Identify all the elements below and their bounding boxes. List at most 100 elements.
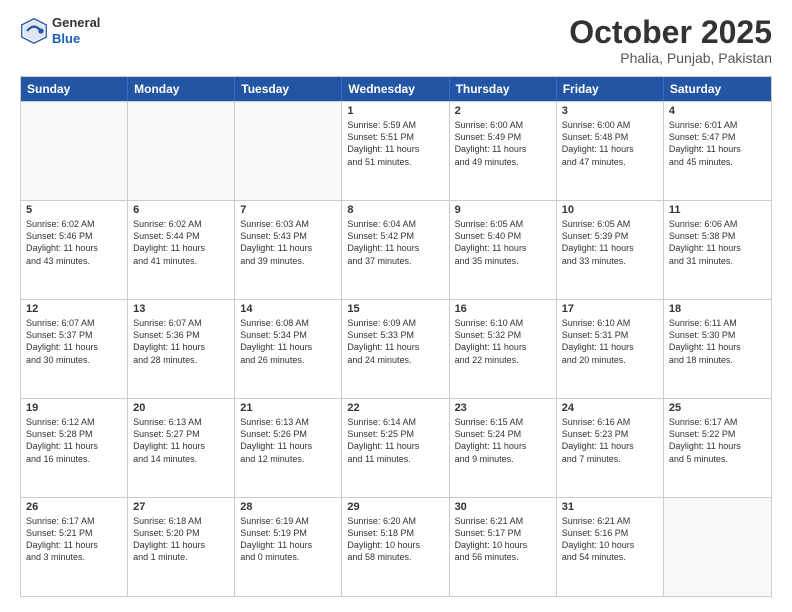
day-info-line: Sunset: 5:26 PM <box>240 428 336 440</box>
day-info-line: Daylight: 11 hours <box>133 242 229 254</box>
calendar-row: 1Sunrise: 5:59 AMSunset: 5:51 PMDaylight… <box>21 101 771 200</box>
day-info-line: Sunset: 5:18 PM <box>347 527 443 539</box>
day-info-line: Daylight: 11 hours <box>240 440 336 452</box>
day-info-line: Sunrise: 6:01 AM <box>669 119 766 131</box>
day-info-line: Sunset: 5:40 PM <box>455 230 551 242</box>
day-info-line: and 12 minutes. <box>240 453 336 465</box>
day-info-line: Sunrise: 6:13 AM <box>133 416 229 428</box>
day-info-line: Daylight: 11 hours <box>347 242 443 254</box>
logo-text: General Blue <box>52 15 100 46</box>
location: Phalia, Punjab, Pakistan <box>569 50 772 66</box>
day-info-line: Daylight: 11 hours <box>240 242 336 254</box>
day-info-line: and 41 minutes. <box>133 255 229 267</box>
day-info-line: Sunset: 5:34 PM <box>240 329 336 341</box>
day-info-line: and 35 minutes. <box>455 255 551 267</box>
day-info-line: and 56 minutes. <box>455 551 551 563</box>
logo-icon <box>20 17 48 45</box>
day-info-line: Sunrise: 6:21 AM <box>562 515 658 527</box>
calendar-day-cell: 14Sunrise: 6:08 AMSunset: 5:34 PMDayligh… <box>235 300 342 398</box>
calendar-day-cell: 6Sunrise: 6:02 AMSunset: 5:44 PMDaylight… <box>128 201 235 299</box>
day-number: 28 <box>240 501 336 513</box>
day-info-line: Sunset: 5:19 PM <box>240 527 336 539</box>
day-number: 7 <box>240 204 336 216</box>
day-info-line: Daylight: 11 hours <box>26 341 122 353</box>
day-info-line: Sunrise: 6:18 AM <box>133 515 229 527</box>
day-info-line: Sunset: 5:49 PM <box>455 131 551 143</box>
day-number: 9 <box>455 204 551 216</box>
calendar-row: 12Sunrise: 6:07 AMSunset: 5:37 PMDayligh… <box>21 299 771 398</box>
day-info-line: Daylight: 11 hours <box>347 440 443 452</box>
day-info-line: Sunrise: 6:21 AM <box>455 515 551 527</box>
day-number: 4 <box>669 105 766 117</box>
day-number: 14 <box>240 303 336 315</box>
day-info-line: Sunrise: 6:15 AM <box>455 416 551 428</box>
day-info-line: Daylight: 11 hours <box>562 242 658 254</box>
day-info-line: Sunrise: 6:04 AM <box>347 218 443 230</box>
day-info-line: Daylight: 11 hours <box>240 341 336 353</box>
day-info-line: Daylight: 11 hours <box>26 539 122 551</box>
day-info-line: Daylight: 10 hours <box>562 539 658 551</box>
day-info-line: Sunrise: 6:13 AM <box>240 416 336 428</box>
day-info-line: and 3 minutes. <box>26 551 122 563</box>
day-info-line: and 28 minutes. <box>133 354 229 366</box>
day-info-line: Sunrise: 6:10 AM <box>562 317 658 329</box>
day-info-line: Sunset: 5:25 PM <box>347 428 443 440</box>
day-info-line: Sunset: 5:28 PM <box>26 428 122 440</box>
day-info-line: and 47 minutes. <box>562 156 658 168</box>
day-info-line: Sunset: 5:42 PM <box>347 230 443 242</box>
day-info-line: and 7 minutes. <box>562 453 658 465</box>
day-info-line: and 30 minutes. <box>26 354 122 366</box>
day-info-line: Sunrise: 6:09 AM <box>347 317 443 329</box>
day-info-line: Sunset: 5:33 PM <box>347 329 443 341</box>
weekday-header: Tuesday <box>235 77 342 101</box>
day-info-line: Daylight: 11 hours <box>455 440 551 452</box>
day-number: 6 <box>133 204 229 216</box>
calendar-day-cell: 22Sunrise: 6:14 AMSunset: 5:25 PMDayligh… <box>342 399 449 497</box>
day-info-line: Sunset: 5:47 PM <box>669 131 766 143</box>
calendar-day-cell: 26Sunrise: 6:17 AMSunset: 5:21 PMDayligh… <box>21 498 128 596</box>
day-info-line: Sunset: 5:24 PM <box>455 428 551 440</box>
day-info-line: Sunset: 5:23 PM <box>562 428 658 440</box>
day-info-line: and 49 minutes. <box>455 156 551 168</box>
calendar-day-cell: 24Sunrise: 6:16 AMSunset: 5:23 PMDayligh… <box>557 399 664 497</box>
calendar-day-cell: 7Sunrise: 6:03 AMSunset: 5:43 PMDaylight… <box>235 201 342 299</box>
day-info-line: Sunset: 5:44 PM <box>133 230 229 242</box>
day-number: 5 <box>26 204 122 216</box>
weekday-header: Sunday <box>21 77 128 101</box>
day-number: 20 <box>133 402 229 414</box>
day-info-line: Sunrise: 6:10 AM <box>455 317 551 329</box>
day-info-line: Daylight: 11 hours <box>26 440 122 452</box>
calendar: SundayMondayTuesdayWednesdayThursdayFrid… <box>20 76 772 597</box>
calendar-empty-cell <box>21 102 128 200</box>
day-info-line: Sunset: 5:51 PM <box>347 131 443 143</box>
day-number: 18 <box>669 303 766 315</box>
calendar-day-cell: 29Sunrise: 6:20 AMSunset: 5:18 PMDayligh… <box>342 498 449 596</box>
day-info-line: Sunrise: 6:12 AM <box>26 416 122 428</box>
day-info-line: and 22 minutes. <box>455 354 551 366</box>
day-info-line: and 11 minutes. <box>347 453 443 465</box>
day-info-line: Sunrise: 6:11 AM <box>669 317 766 329</box>
day-info-line: Daylight: 11 hours <box>562 341 658 353</box>
calendar-day-cell: 2Sunrise: 6:00 AMSunset: 5:49 PMDaylight… <box>450 102 557 200</box>
day-info-line: Sunset: 5:32 PM <box>455 329 551 341</box>
calendar-day-cell: 16Sunrise: 6:10 AMSunset: 5:32 PMDayligh… <box>450 300 557 398</box>
day-number: 25 <box>669 402 766 414</box>
calendar-row: 19Sunrise: 6:12 AMSunset: 5:28 PMDayligh… <box>21 398 771 497</box>
day-info-line: and 20 minutes. <box>562 354 658 366</box>
day-info-line: and 37 minutes. <box>347 255 443 267</box>
page: General Blue October 2025 Phalia, Punjab… <box>0 0 792 612</box>
calendar-row: 26Sunrise: 6:17 AMSunset: 5:21 PMDayligh… <box>21 497 771 596</box>
logo: General Blue <box>20 15 100 46</box>
day-number: 1 <box>347 105 443 117</box>
day-info-line: Daylight: 11 hours <box>562 143 658 155</box>
day-info-line: and 0 minutes. <box>240 551 336 563</box>
day-number: 11 <box>669 204 766 216</box>
calendar-day-cell: 1Sunrise: 5:59 AMSunset: 5:51 PMDaylight… <box>342 102 449 200</box>
day-info-line: and 5 minutes. <box>669 453 766 465</box>
logo-general: General <box>52 15 100 30</box>
calendar-day-cell: 20Sunrise: 6:13 AMSunset: 5:27 PMDayligh… <box>128 399 235 497</box>
day-info-line: and 24 minutes. <box>347 354 443 366</box>
day-info-line: Sunset: 5:30 PM <box>669 329 766 341</box>
calendar-day-cell: 19Sunrise: 6:12 AMSunset: 5:28 PMDayligh… <box>21 399 128 497</box>
day-info-line: and 51 minutes. <box>347 156 443 168</box>
